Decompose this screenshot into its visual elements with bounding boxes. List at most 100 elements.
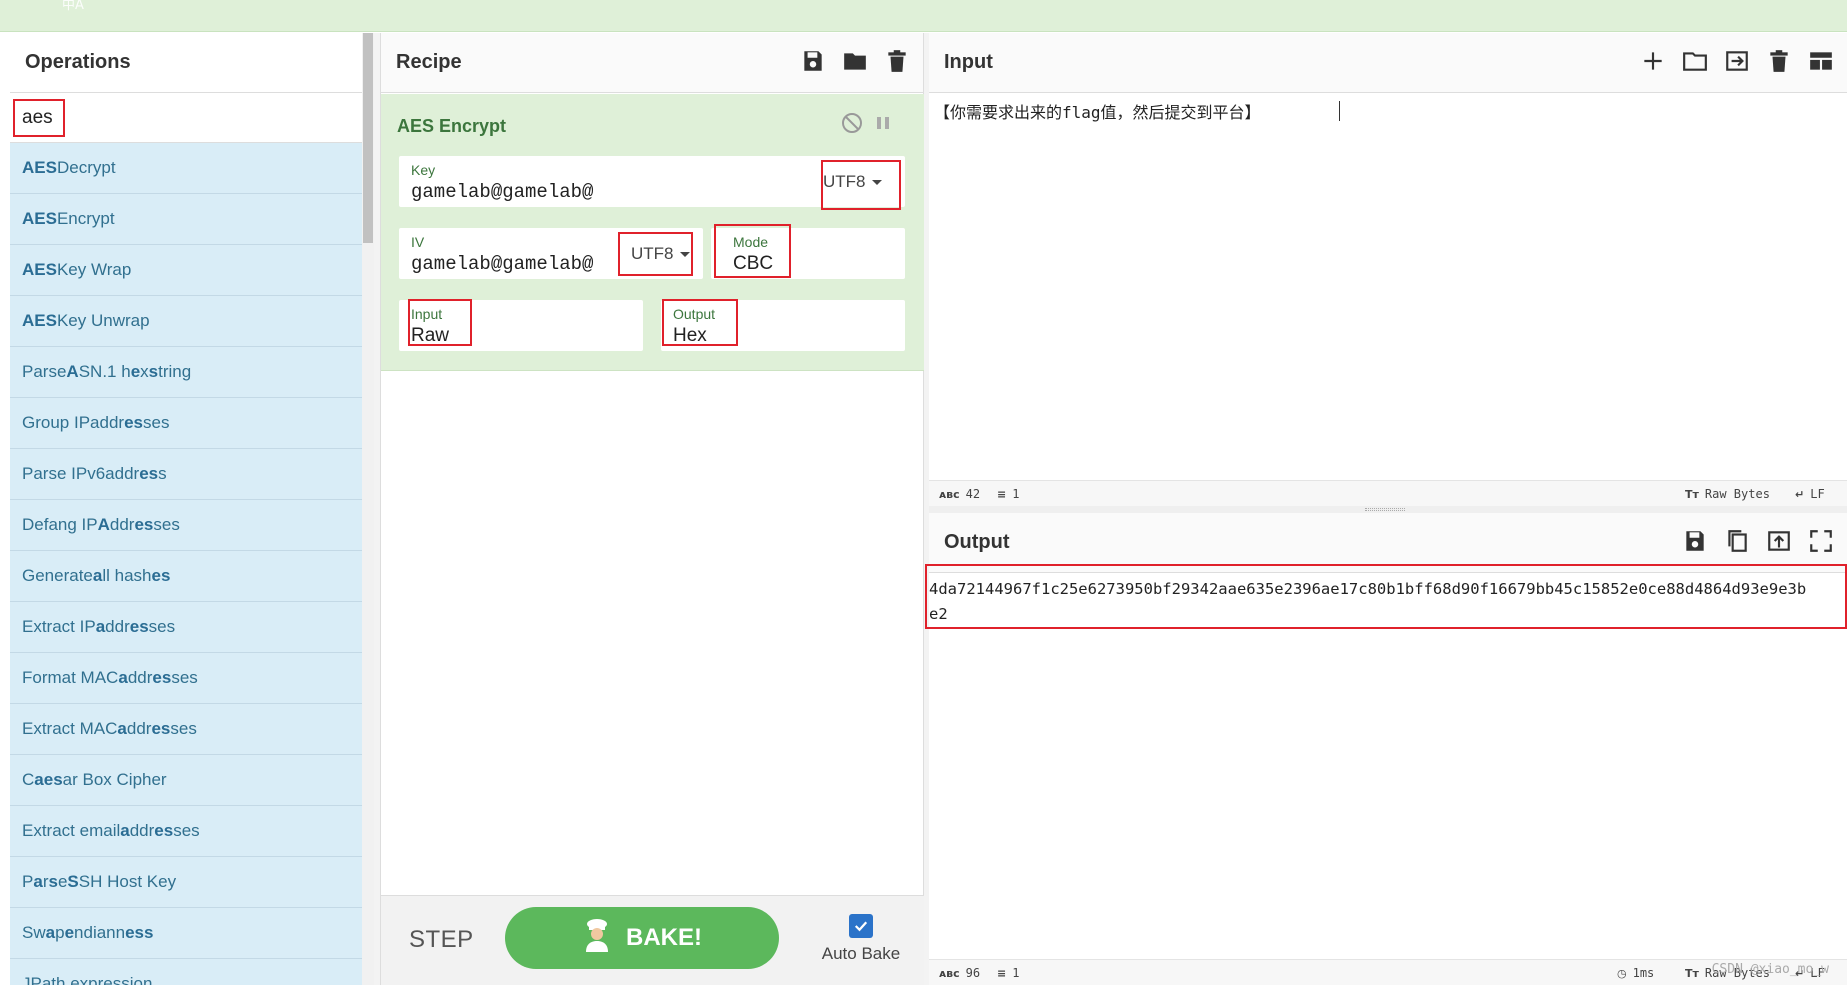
output-format-value[interactable]: Hex bbox=[673, 325, 707, 347]
item-text: ses bbox=[143, 413, 170, 432]
add-tab-icon[interactable] bbox=[1639, 47, 1667, 75]
operation-list-item[interactable]: AES Key Wrap bbox=[10, 245, 362, 296]
save-recipe-icon[interactable] bbox=[799, 47, 827, 75]
item-text: Decrypt bbox=[56, 158, 116, 177]
operation-list-item[interactable]: AES Key Unwrap bbox=[10, 296, 362, 347]
disable-operation-icon[interactable] bbox=[840, 111, 866, 137]
pause-icon[interactable] bbox=[871, 111, 897, 137]
match-highlight: es bbox=[151, 566, 171, 585]
replace-input-icon[interactable] bbox=[1765, 527, 1793, 555]
item-text: Encrypt bbox=[56, 209, 115, 228]
match-highlight: a bbox=[120, 821, 130, 840]
mode-field[interactable]: Mode CBC bbox=[711, 228, 905, 279]
item-text: ses bbox=[171, 668, 198, 687]
item-text: Extract IP bbox=[22, 617, 96, 636]
output-length: 96 bbox=[965, 966, 981, 980]
lines-icon: ≡ bbox=[997, 487, 1007, 501]
text-cursor bbox=[1339, 101, 1340, 121]
item-text: ddr bbox=[127, 668, 153, 687]
item-text: addr bbox=[105, 464, 140, 483]
trash-icon[interactable] bbox=[1765, 47, 1793, 75]
eol-icon[interactable]: ↵ bbox=[1795, 488, 1804, 501]
operation-list-item[interactable]: Parse A SN.1 hex s tring bbox=[10, 347, 362, 398]
input-encoding[interactable]: Raw Bytes bbox=[1705, 487, 1770, 501]
input-length: 42 bbox=[965, 487, 981, 501]
operation-list-item[interactable]: Extract MAC a ddr es ses bbox=[10, 704, 362, 755]
encoding-icon[interactable]: Tт bbox=[1685, 967, 1699, 980]
match-highlight: es bbox=[139, 464, 159, 483]
operation-list-item[interactable]: Extract IP a ddr es ses bbox=[10, 602, 362, 653]
item-text: addr bbox=[90, 413, 125, 432]
item-text: s bbox=[158, 464, 167, 483]
trash-icon[interactable] bbox=[883, 47, 911, 75]
operations-scrollbar[interactable] bbox=[362, 33, 374, 985]
operation-list-item[interactable]: Parse IPv6 addr es s bbox=[10, 449, 362, 500]
iv-field[interactable]: IV gamelab@gamelab@ UTF8 bbox=[399, 228, 703, 279]
operation-list-item[interactable]: AES Encrypt bbox=[10, 194, 362, 245]
operation-list-item[interactable]: Format MAC a ddr es ses bbox=[10, 653, 362, 704]
input-format-field[interactable]: Input Raw bbox=[399, 300, 643, 351]
match-highlight: es bbox=[154, 821, 174, 840]
item-text: p bbox=[55, 923, 65, 942]
open-folder-icon[interactable] bbox=[841, 47, 869, 75]
output-format-label: Output bbox=[673, 306, 716, 322]
match-highlight: a bbox=[92, 566, 103, 585]
item-text: ddr bbox=[126, 719, 152, 738]
language-icon[interactable]: 中A bbox=[62, 0, 90, 24]
encoding-icon[interactable]: Tт bbox=[1685, 488, 1699, 501]
input-format-value[interactable]: Raw bbox=[411, 325, 449, 347]
layout-icon[interactable] bbox=[1807, 47, 1835, 75]
drag-handle-icon[interactable] bbox=[1365, 508, 1405, 511]
output-format-field[interactable]: Output Hex bbox=[661, 300, 905, 351]
open-folder-icon[interactable] bbox=[1681, 47, 1709, 75]
match-highlight: aes bbox=[34, 770, 63, 789]
item-text: ndiann bbox=[74, 923, 126, 942]
operation-list-item[interactable]: AES Decrypt bbox=[10, 143, 362, 194]
fullscreen-icon[interactable] bbox=[1807, 527, 1835, 555]
item-text: Generate bbox=[22, 566, 93, 585]
copy-icon[interactable] bbox=[1723, 527, 1751, 555]
operation-list-item[interactable]: Defang IP Addr es ses bbox=[10, 500, 362, 551]
recipe-header: Recipe bbox=[381, 33, 923, 93]
operation-list-item[interactable]: Sw a p e ndiann ess bbox=[10, 908, 362, 959]
iv-encoding-dropdown[interactable]: UTF8 bbox=[631, 244, 690, 264]
operation-list-item[interactable]: Extract email a ddr es ses bbox=[10, 806, 362, 857]
output-title: Output bbox=[944, 531, 1010, 553]
key-label: Key bbox=[411, 162, 436, 178]
match-highlight: AES bbox=[22, 209, 57, 228]
open-file-icon[interactable] bbox=[1723, 47, 1751, 75]
item-text: ar Box Cipher bbox=[62, 770, 167, 789]
operation-list-item[interactable]: Parse S SH Host Key bbox=[10, 857, 362, 908]
auto-bake-label: Auto Bake bbox=[821, 944, 901, 963]
io-splitter[interactable] bbox=[929, 506, 1847, 513]
match-highlight: e bbox=[64, 923, 75, 942]
operations-search-input[interactable] bbox=[10, 93, 373, 143]
bake-button[interactable]: BAKE! bbox=[505, 907, 779, 969]
auto-bake-toggle[interactable]: Auto Bake bbox=[811, 914, 911, 964]
operation-list-item[interactable]: JPath expression bbox=[10, 959, 362, 985]
output-text[interactable]: 4da72144967f1c25e6273950bf29342aae635e23… bbox=[929, 577, 1806, 627]
scrollbar-thumb[interactable] bbox=[363, 33, 373, 243]
input-eol[interactable]: LF bbox=[1810, 487, 1824, 501]
operation-list-item[interactable]: Generate a ll hash es bbox=[10, 551, 362, 602]
auto-bake-checkbox[interactable] bbox=[849, 914, 873, 938]
input-text[interactable]: 【你需要求出来的flag值，然后提交到平台】 bbox=[934, 99, 1261, 123]
key-encoding-dropdown[interactable]: UTF8 bbox=[823, 172, 882, 192]
iv-value[interactable]: gamelab@gamelab@ bbox=[411, 253, 593, 275]
item-text: Parse IPv6 bbox=[22, 464, 106, 483]
chevron-down-icon bbox=[679, 251, 690, 257]
key-field[interactable]: Key gamelab@gamelab@ UTF8 bbox=[399, 156, 905, 207]
key-value[interactable]: gamelab@gamelab@ bbox=[411, 181, 593, 203]
item-text: ll hash bbox=[102, 566, 152, 585]
item-text: ddr bbox=[129, 821, 155, 840]
mode-value[interactable]: CBC bbox=[733, 253, 773, 275]
item-text: Key Unwrap bbox=[56, 311, 150, 330]
item-text: Group IP bbox=[22, 413, 91, 432]
step-button[interactable]: STEP bbox=[409, 926, 474, 954]
item-text: ddr bbox=[109, 515, 135, 534]
item-text: ses bbox=[173, 821, 200, 840]
match-highlight: s bbox=[48, 872, 58, 891]
save-output-icon[interactable] bbox=[1681, 527, 1709, 555]
operation-list-item[interactable]: Group IP addr es ses bbox=[10, 398, 362, 449]
operation-list-item[interactable]: Caes ar Box Cipher bbox=[10, 755, 362, 806]
